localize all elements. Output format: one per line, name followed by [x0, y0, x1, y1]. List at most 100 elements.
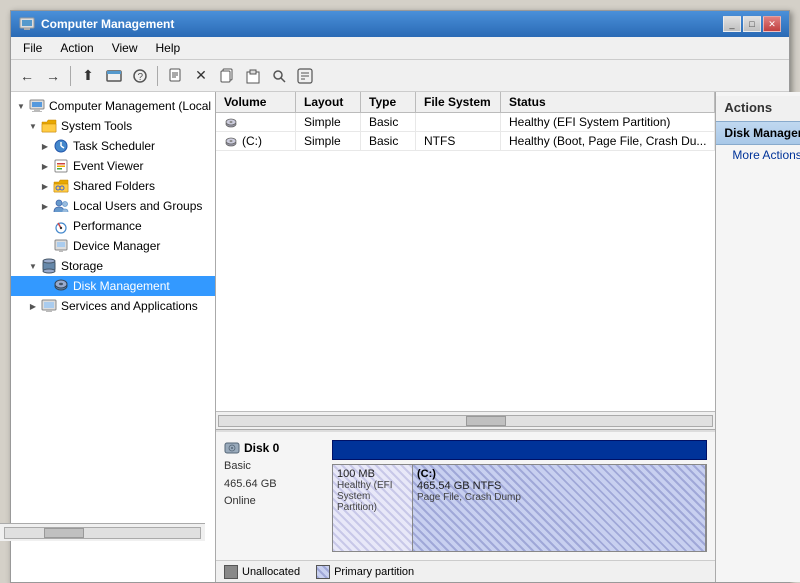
services-expander: [27, 300, 39, 312]
col-type[interactable]: Type: [361, 92, 416, 112]
help-icon: ?: [132, 68, 148, 84]
properties-icon: [297, 68, 313, 84]
scrollbar-track: [218, 415, 713, 427]
primary-label: Primary partition: [334, 566, 414, 578]
disk-partitions: 100 MB Healthy (EFI System Partition) (C…: [332, 464, 707, 552]
maximize-button[interactable]: □: [743, 16, 761, 32]
tree-device-manager[interactable]: Device Manager: [11, 236, 215, 256]
table-row[interactable]: Simple Basic Healthy (EFI System Partiti…: [216, 113, 715, 132]
disk-small-icon: [224, 134, 238, 148]
shared-folders-icon: [53, 178, 69, 194]
unallocated-label: Unallocated: [242, 566, 300, 578]
main-content: Computer Management (Local System Tools: [11, 92, 789, 582]
storage-expander: [27, 260, 39, 272]
menu-view[interactable]: View: [104, 39, 146, 57]
menu-file[interactable]: File: [15, 39, 50, 57]
tree-disk-management[interactable]: Disk Management: [11, 276, 215, 296]
new-icon: [167, 68, 183, 84]
partition-efi[interactable]: 100 MB Healthy (EFI System Partition): [333, 465, 413, 551]
up-button[interactable]: ⬆: [76, 64, 100, 88]
show-hide-button[interactable]: [102, 64, 126, 88]
tree-task-scheduler[interactable]: Task Scheduler: [11, 136, 215, 156]
search-button[interactable]: [267, 64, 291, 88]
disk-size: 465.64 GB: [224, 476, 324, 494]
efi-desc: Healthy (EFI System Partition): [337, 480, 408, 513]
row1-type: Basic: [361, 113, 416, 131]
table-scrollbar[interactable]: [216, 411, 715, 429]
tree-root[interactable]: Computer Management (Local: [11, 96, 215, 116]
event-viewer-icon: [53, 158, 69, 174]
disk-bar-header: [332, 440, 707, 460]
tree-local-users[interactable]: Local Users and Groups: [11, 196, 215, 216]
disk-row: Disk 0 Basic 465.64 GB Online: [224, 440, 707, 552]
row2-type: Basic: [361, 132, 416, 150]
disk-status: Online: [224, 493, 324, 511]
disk-management-icon: [53, 278, 69, 294]
shared-folders-expander: [39, 180, 51, 192]
tree-system-tools[interactable]: System Tools: [11, 116, 215, 136]
legend-unallocated: Unallocated: [224, 565, 300, 579]
tree-performance[interactable]: Performance: [11, 216, 215, 236]
action-group-label: Disk Management: [724, 126, 800, 140]
table-row[interactable]: (C:) Simple Basic NTFS Healthy (Boot, Pa…: [216, 132, 715, 151]
title-bar-left: Computer Management: [19, 16, 174, 32]
performance-label: Performance: [73, 219, 142, 233]
system-tools-label: System Tools: [61, 119, 132, 133]
more-actions-link[interactable]: More Actions: [716, 145, 800, 165]
col-filesystem[interactable]: File System: [416, 92, 501, 112]
services-icon: [41, 298, 57, 314]
tree-services[interactable]: Services and Applications: [11, 296, 215, 316]
row1-volume: [216, 113, 296, 131]
computer-management-window: Computer Management _ □ ✕ File Action Vi…: [10, 10, 790, 583]
new-button[interactable]: [163, 64, 187, 88]
performance-expander: [39, 220, 51, 232]
paste-button[interactable]: [241, 64, 265, 88]
toolbar: ← → ⬆ ? ✕: [11, 60, 789, 92]
toolbar-separator-2: [157, 66, 158, 86]
tree-storage[interactable]: Storage: [11, 256, 215, 276]
col-status[interactable]: Status: [501, 92, 715, 112]
window-icon: [106, 68, 122, 84]
disk-management-action-header[interactable]: Disk Management ▲: [716, 121, 800, 145]
task-scheduler-expander: [39, 140, 51, 152]
scrollbar-thumb: [466, 416, 506, 426]
disk-management-expander: [39, 280, 51, 292]
title-bar: Computer Management _ □ ✕: [11, 11, 789, 37]
storage-label: Storage: [61, 259, 103, 273]
task-scheduler-icon: [53, 138, 69, 154]
row2-volume: (C:): [216, 132, 296, 150]
copy-button[interactable]: [215, 64, 239, 88]
left-scrollbar[interactable]: [11, 523, 205, 541]
local-users-expander: [39, 200, 51, 212]
delete-button[interactable]: ✕: [189, 64, 213, 88]
menu-action[interactable]: Action: [52, 39, 101, 57]
disk-visualization: Disk 0 Basic 465.64 GB Online: [216, 430, 715, 560]
menu-bar: File Action View Help: [11, 37, 789, 60]
col-volume[interactable]: Volume: [216, 92, 296, 112]
close-button[interactable]: ✕: [763, 16, 781, 32]
disk-type: Basic: [224, 458, 324, 476]
legend: Unallocated Primary partition: [216, 560, 715, 582]
disk-name: Disk 0: [224, 440, 324, 456]
properties-button[interactable]: [293, 64, 317, 88]
c-desc: Page File, Crash Dump: [417, 492, 701, 503]
tree-event-viewer[interactable]: Event Viewer: [11, 156, 215, 176]
task-scheduler-label: Task Scheduler: [73, 139, 155, 153]
menu-help[interactable]: Help: [148, 39, 189, 57]
local-users-icon: [53, 198, 69, 214]
table-body: Simple Basic Healthy (EFI System Partiti…: [216, 113, 715, 411]
row1-layout: Simple: [296, 113, 361, 131]
forward-button[interactable]: →: [41, 64, 65, 88]
partition-c[interactable]: (C:) 465.54 GB NTFS Page File, Crash Dum…: [413, 465, 706, 551]
row1-status: Healthy (EFI System Partition): [501, 113, 715, 131]
services-label: Services and Applications: [61, 299, 198, 313]
unallocated-swatch: [224, 565, 238, 579]
col-layout[interactable]: Layout: [296, 92, 361, 112]
help-button[interactable]: ?: [128, 64, 152, 88]
minimize-button[interactable]: _: [723, 16, 741, 32]
search-icon: [271, 68, 287, 84]
svg-text:?: ?: [138, 72, 144, 83]
back-button[interactable]: ←: [15, 64, 39, 88]
row2-status: Healthy (Boot, Page File, Crash Du...: [501, 132, 715, 150]
tree-shared-folders[interactable]: Shared Folders: [11, 176, 215, 196]
